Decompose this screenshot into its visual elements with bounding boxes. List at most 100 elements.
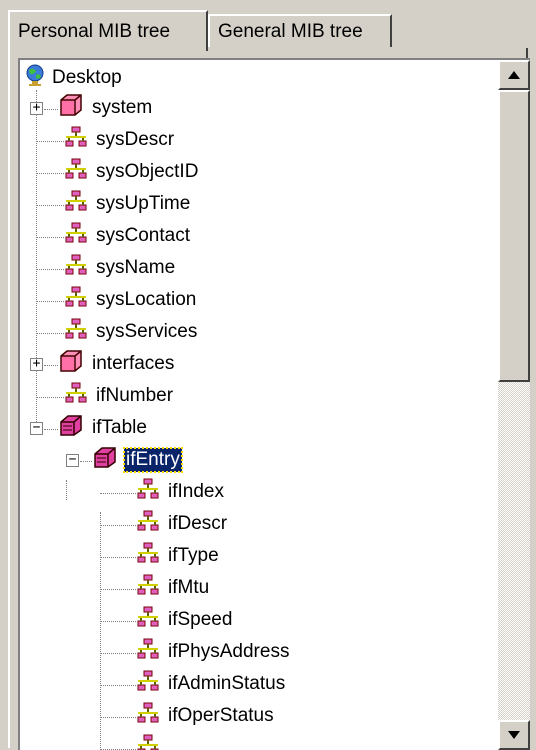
tree-label: interfaces — [92, 353, 175, 374]
expand-system-toggle[interactable]: + — [30, 101, 43, 115]
open-cube-icon — [92, 444, 118, 476]
tree-node-ifphysaddress[interactable]: ifPhysAddress — [136, 636, 291, 668]
tree-node-interfaces[interactable]: interfaces — [58, 348, 176, 380]
tree-connector — [100, 717, 136, 718]
tree-label: ifAdminStatus — [168, 673, 286, 694]
tree-node-sysuptime[interactable]: sysUpTime — [64, 188, 192, 220]
tab-general-mib-tree[interactable]: General MIB tree — [208, 14, 392, 47]
network-node-icon — [136, 477, 160, 507]
tree-node-ifentry[interactable]: ifEntry — [92, 444, 183, 476]
tree-connector — [100, 557, 136, 558]
expand-interfaces-toggle[interactable]: + — [30, 357, 43, 371]
scroll-up-button[interactable] — [498, 60, 530, 90]
tree-label: sysUpTime — [96, 193, 191, 214]
tree-node-ifoperstatus[interactable]: ifOperStatus — [136, 700, 276, 732]
tree-label: ifNumber — [96, 385, 174, 406]
tree-connector — [36, 301, 64, 302]
tree-connector — [36, 269, 64, 270]
tree-connector — [36, 205, 64, 206]
network-node-icon — [136, 573, 160, 603]
tree-node-sysname[interactable]: sysName — [64, 252, 177, 284]
tree-label: system — [92, 97, 153, 118]
mib-tree-view[interactable]: Desktop + system sysDescr sysObjectID sy… — [18, 58, 530, 750]
tree-label: ifDescr — [168, 513, 228, 534]
tree-label: ifType — [168, 545, 219, 566]
tree-node-iftable[interactable]: ifTable — [58, 412, 149, 444]
tree-connector — [36, 397, 64, 398]
tree-label: sysContact — [96, 225, 190, 246]
selected-tree-label: ifEntry — [123, 447, 183, 473]
triangle-up-icon — [508, 66, 520, 84]
tree-node-ifnumber[interactable]: ifNumber — [64, 380, 175, 412]
globe-icon — [24, 63, 46, 93]
tree-label: ifOperStatus — [168, 705, 274, 726]
tree-connector — [100, 589, 136, 590]
tree-label: sysDescr — [96, 129, 175, 150]
tree-node-ifdescr[interactable]: ifDescr — [136, 508, 229, 540]
tree-connector — [100, 512, 101, 748]
scrollbar-thumb[interactable] — [498, 90, 530, 382]
open-cube-icon — [58, 412, 84, 444]
tree-connector — [66, 480, 67, 500]
tree-connector — [100, 621, 136, 622]
tree-connector — [100, 525, 136, 526]
tree-node-ifadminstatus[interactable]: ifAdminStatus — [136, 668, 287, 700]
network-node-icon — [136, 605, 160, 635]
tree-node-ifspeed[interactable]: ifSpeed — [136, 604, 234, 636]
tree-connector — [44, 365, 58, 366]
scroll-down-button[interactable] — [498, 720, 530, 750]
tree-content: Desktop + system sysDescr sysObjectID sy… — [20, 60, 498, 750]
network-node-icon — [64, 317, 88, 347]
tree-label: sysLocation — [96, 289, 197, 310]
tree-node-iftype[interactable]: ifType — [136, 540, 221, 572]
cube-icon — [58, 348, 84, 380]
tab-label: Personal MIB tree — [18, 20, 171, 42]
tree-label: ifIndex — [168, 481, 224, 502]
tree-label: sysObjectID — [96, 161, 199, 182]
tree-connector — [44, 429, 58, 430]
tree-connector — [36, 173, 64, 174]
network-node-icon — [64, 253, 88, 283]
tree-label: ifMtu — [168, 577, 210, 598]
tab-label: General MIB tree — [218, 20, 363, 42]
tree-node-sysdescr[interactable]: sysDescr — [64, 124, 176, 156]
network-node-icon — [64, 189, 88, 219]
tree-label: ifTable — [92, 417, 147, 438]
tree-connector — [36, 141, 64, 142]
tree-node-partial — [136, 732, 160, 750]
tree-connector — [36, 333, 64, 334]
tree-node-sysobjectid[interactable]: sysObjectID — [64, 156, 200, 188]
collapse-iftable-toggle[interactable]: − — [30, 421, 43, 435]
tree-connector — [44, 109, 58, 110]
tree-label: ifPhysAddress — [168, 641, 290, 662]
network-node-icon — [64, 285, 88, 315]
triangle-down-icon — [508, 726, 520, 744]
tree-node-syscontact[interactable]: sysContact — [64, 220, 192, 252]
tab-strip: Personal MIB tree General MIB tree — [8, 10, 528, 51]
tree-label: sysServices — [96, 321, 198, 342]
tree-connector — [100, 493, 136, 494]
network-node-icon — [136, 733, 160, 750]
tree-connector — [100, 653, 136, 654]
network-node-icon — [64, 157, 88, 187]
tree-node-ifindex[interactable]: ifIndex — [136, 476, 226, 508]
tree-connector — [36, 237, 64, 238]
network-node-icon — [136, 541, 160, 571]
network-node-icon — [64, 221, 88, 251]
tree-root-desktop[interactable]: Desktop — [24, 62, 124, 94]
collapse-ifentry-toggle[interactable]: − — [66, 453, 79, 467]
tree-connector — [80, 461, 92, 462]
network-node-icon — [136, 701, 160, 731]
network-node-icon — [136, 669, 160, 699]
cube-icon — [58, 92, 84, 124]
tree-node-system[interactable]: system — [58, 92, 154, 124]
tree-node-syslocation[interactable]: sysLocation — [64, 284, 198, 316]
network-node-icon — [64, 125, 88, 155]
tree-node-ifmtu[interactable]: ifMtu — [136, 572, 211, 604]
tree-label: ifSpeed — [168, 609, 233, 630]
tab-personal-mib-tree[interactable]: Personal MIB tree — [8, 10, 208, 51]
tree-node-sysservices[interactable]: sysServices — [64, 316, 199, 348]
vertical-scrollbar[interactable] — [498, 60, 530, 750]
network-node-icon — [136, 509, 160, 539]
network-node-icon — [136, 637, 160, 667]
